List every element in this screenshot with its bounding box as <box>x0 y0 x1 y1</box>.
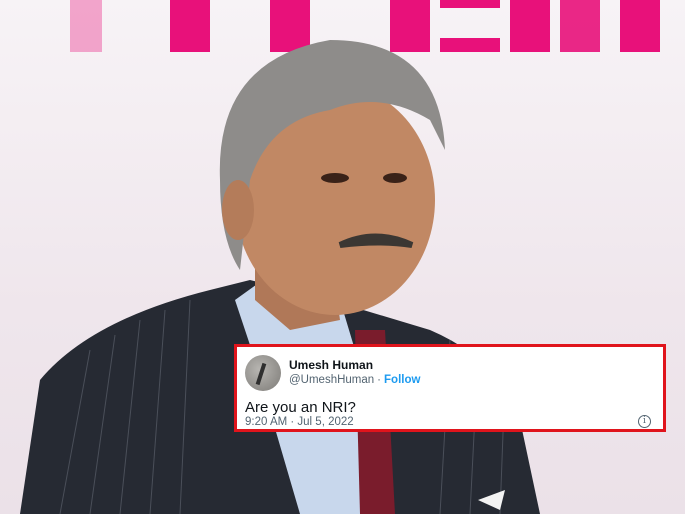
portrait-of-man <box>20 40 540 514</box>
profile-avatar[interactable] <box>245 355 281 391</box>
tweet-header: Umesh Human @UmeshHuman · Follow <box>245 355 653 391</box>
tweet-card[interactable]: Umesh Human @UmeshHuman · Follow Are you a… <box>234 344 666 432</box>
background-photo <box>0 0 685 514</box>
follow-link[interactable]: Follow <box>384 374 420 386</box>
info-icon[interactable]: i <box>638 415 651 428</box>
handle-row: @UmeshHuman · Follow <box>289 373 420 388</box>
separator: · <box>377 374 382 386</box>
tweet-text: Are you an NRI? <box>245 399 356 416</box>
display-name[interactable]: Umesh Human <box>289 358 420 373</box>
handle[interactable]: @UmeshHuman <box>289 374 374 386</box>
author-block: Umesh Human @UmeshHuman · Follow <box>289 358 420 388</box>
tweet-timestamp[interactable]: 9:20 AM · Jul 5, 2022 <box>245 416 354 428</box>
tweet-meta: 9:20 AM · Jul 5, 2022 i <box>245 415 651 428</box>
